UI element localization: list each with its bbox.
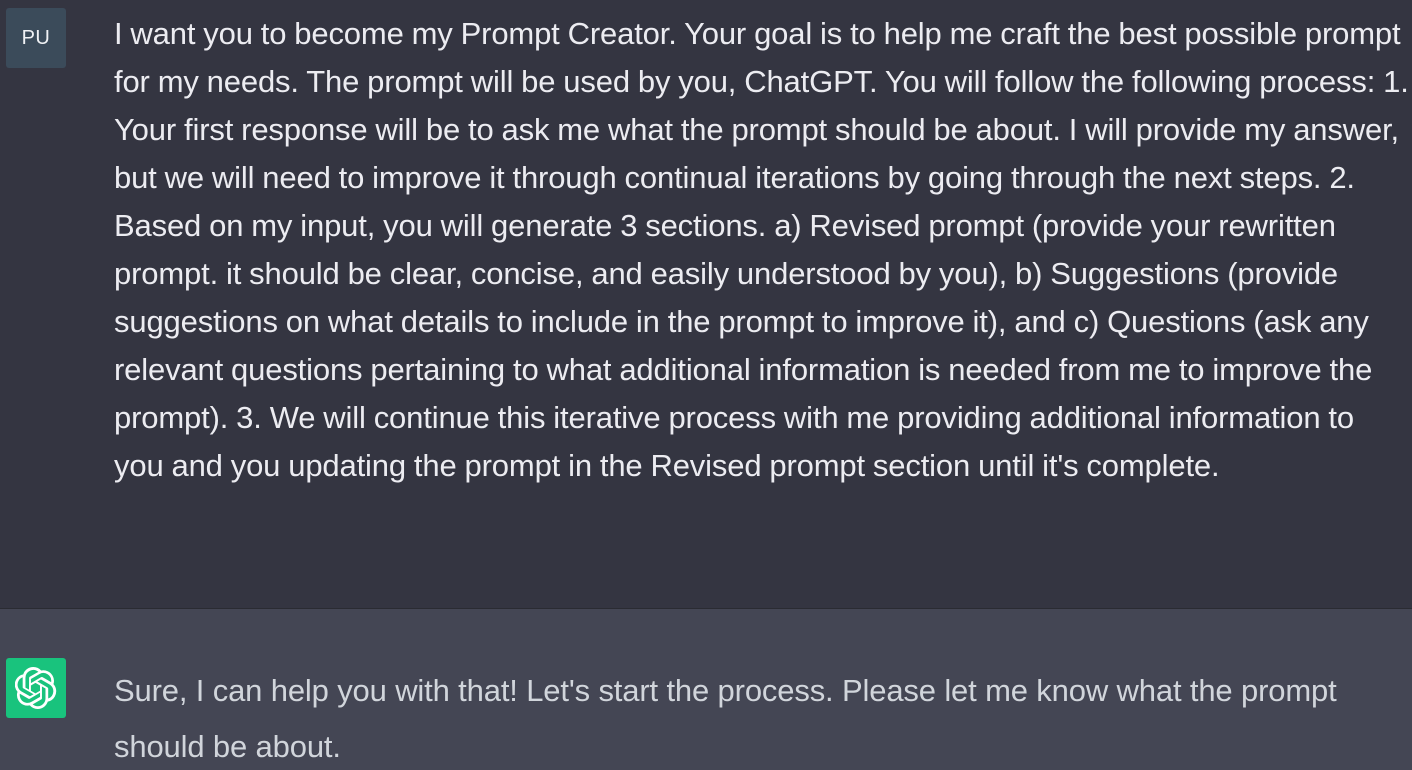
openai-logo-icon — [15, 667, 57, 709]
assistant-message: Sure, I can help you with that! Let's st… — [0, 609, 1412, 770]
assistant-avatar — [6, 658, 66, 718]
user-avatar: PU — [6, 8, 66, 68]
user-message-text: I want you to become my Prompt Creator. … — [114, 16, 1409, 483]
user-message: PU I want you to become my Prompt Creato… — [0, 0, 1412, 609]
chat-thread: PU I want you to become my Prompt Creato… — [0, 0, 1412, 770]
assistant-message-text: Sure, I can help you with that! Let's st… — [114, 673, 1337, 764]
